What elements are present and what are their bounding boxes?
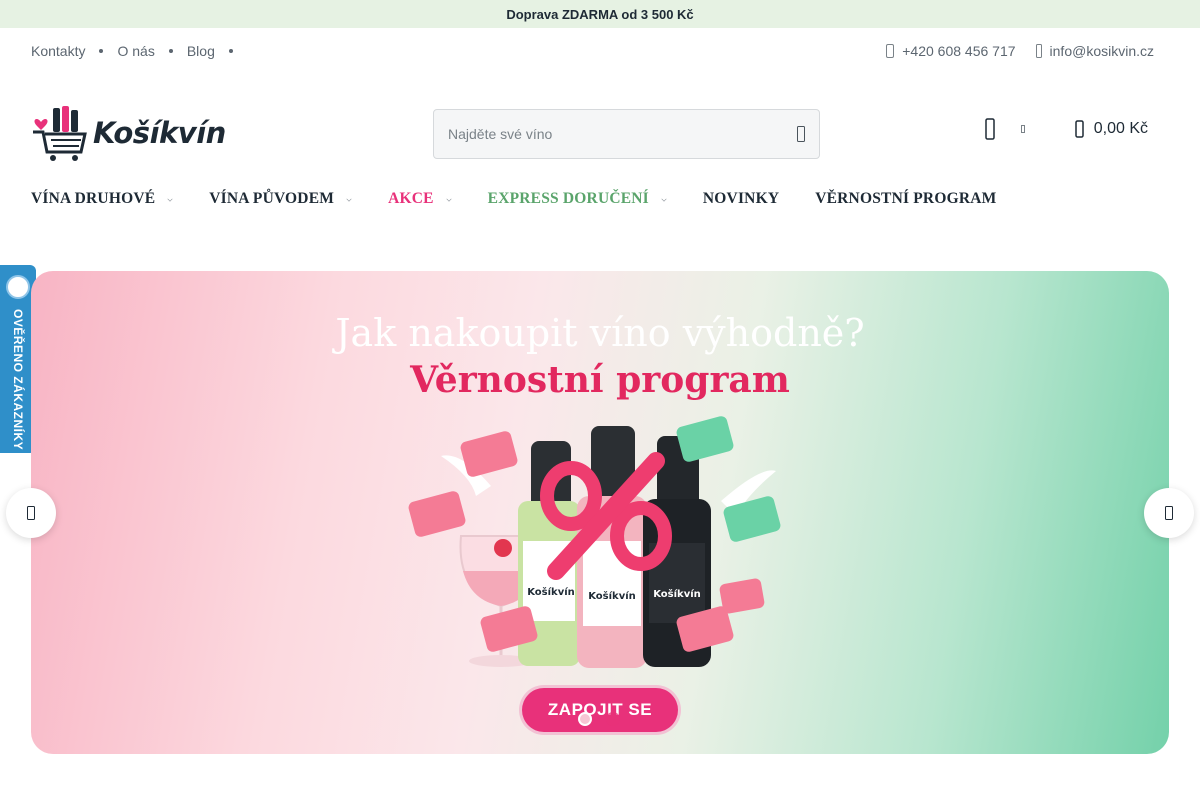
- link-blog[interactable]: Blog: [187, 43, 215, 59]
- slider-dot-1[interactable]: [578, 712, 592, 726]
- search-input[interactable]: [448, 126, 797, 142]
- nav-vina-druhove[interactable]: VÍNA DRUHOVÉ: [31, 190, 173, 208]
- slider-next-button[interactable]: [1144, 488, 1194, 538]
- slider-dots: [578, 712, 634, 726]
- search-icon[interactable]: [797, 126, 805, 142]
- link-kontakty[interactable]: Kontakty: [31, 43, 85, 59]
- chevron-down-icon: [167, 196, 173, 202]
- cart-total: 0,00 Kč: [1093, 120, 1148, 137]
- slider-prev-button[interactable]: [6, 488, 56, 538]
- slider-dot-2[interactable]: [606, 712, 620, 726]
- nav-label: NOVINKY: [702, 190, 780, 207]
- chevron-down-icon: [446, 196, 452, 202]
- hero-banner[interactable]: Jak nakoupit víno výhodně? Věrnostní pro…: [31, 271, 1169, 754]
- hero-illustration: Košíkvín Košíkvín Košíkvín: [408, 416, 781, 668]
- header-contacts: +420 608 456 717 info@kosikvin.cz: [866, 43, 1154, 59]
- nav-akce[interactable]: AKCE: [388, 190, 452, 208]
- svg-text:Košíkvín: Košíkvín: [653, 588, 701, 600]
- email-contact[interactable]: info@kosikvin.cz: [1035, 43, 1154, 59]
- nav-vina-puvodem[interactable]: VÍNA PŮVODEM: [209, 190, 352, 208]
- nav-label: VÍNA PŮVODEM: [209, 190, 335, 207]
- promo-text: Doprava ZDARMA od 3 500 Kč: [506, 6, 694, 22]
- cart-button[interactable]: 0,00 Kč: [1074, 120, 1148, 138]
- top-links: Kontakty O nás Blog: [31, 43, 247, 59]
- nav-label: EXPRESS DORUČENÍ: [487, 190, 649, 207]
- user-button[interactable]: [984, 118, 1025, 140]
- chevron-right-icon: [1165, 506, 1173, 520]
- nav-novinky[interactable]: NOVINKY: [703, 190, 779, 208]
- phone-number: +420 608 456 717: [902, 43, 1016, 59]
- svg-text:Košíkvín: Košíkvín: [588, 590, 636, 602]
- chevron-down-icon: [1020, 125, 1025, 133]
- separator-dot: [168, 49, 173, 53]
- email-address: info@kosikvin.cz: [1049, 43, 1154, 59]
- nav-label: VÍNA DRUHOVÉ: [31, 190, 156, 207]
- logo-cart-icon: [33, 106, 87, 161]
- user-icon: [984, 118, 995, 140]
- nav-label: VĚRNOSTNÍ PROGRAM: [815, 190, 997, 207]
- svg-text:Košíkvín: Košíkvín: [527, 586, 575, 598]
- chevron-down-icon: [661, 196, 667, 202]
- header-actions: 0,00 Kč: [984, 118, 1148, 140]
- promo-bar: Doprava ZDARMA od 3 500 Kč: [0, 0, 1200, 28]
- phone-icon: [886, 44, 895, 58]
- logo-text: Košíkvín: [93, 116, 226, 150]
- nav-express-doruceni[interactable]: EXPRESS DORUČENÍ: [488, 190, 667, 208]
- link-o-nas[interactable]: O nás: [117, 43, 154, 59]
- site-logo[interactable]: Košíkvín: [31, 104, 226, 162]
- phone-contact[interactable]: +420 608 456 717: [886, 43, 1016, 59]
- verified-text: OVĚŘENO ZÁKAZNÍKY: [11, 309, 25, 451]
- chevron-left-icon: [27, 506, 35, 520]
- verified-badge-icon: [6, 275, 30, 299]
- nav-label: AKCE: [388, 190, 434, 207]
- main-nav: VÍNA DRUHOVÉ VÍNA PŮVODEM AKCE EXPRESS D…: [31, 190, 1032, 208]
- nav-vernostni-program[interactable]: VĚRNOSTNÍ PROGRAM: [815, 190, 996, 208]
- separator-dot: [99, 49, 104, 53]
- search-box: [433, 109, 820, 159]
- email-icon: [1035, 44, 1042, 58]
- cart-icon: [1074, 120, 1084, 138]
- separator-dot: [228, 49, 233, 53]
- chevron-down-icon: [346, 196, 352, 202]
